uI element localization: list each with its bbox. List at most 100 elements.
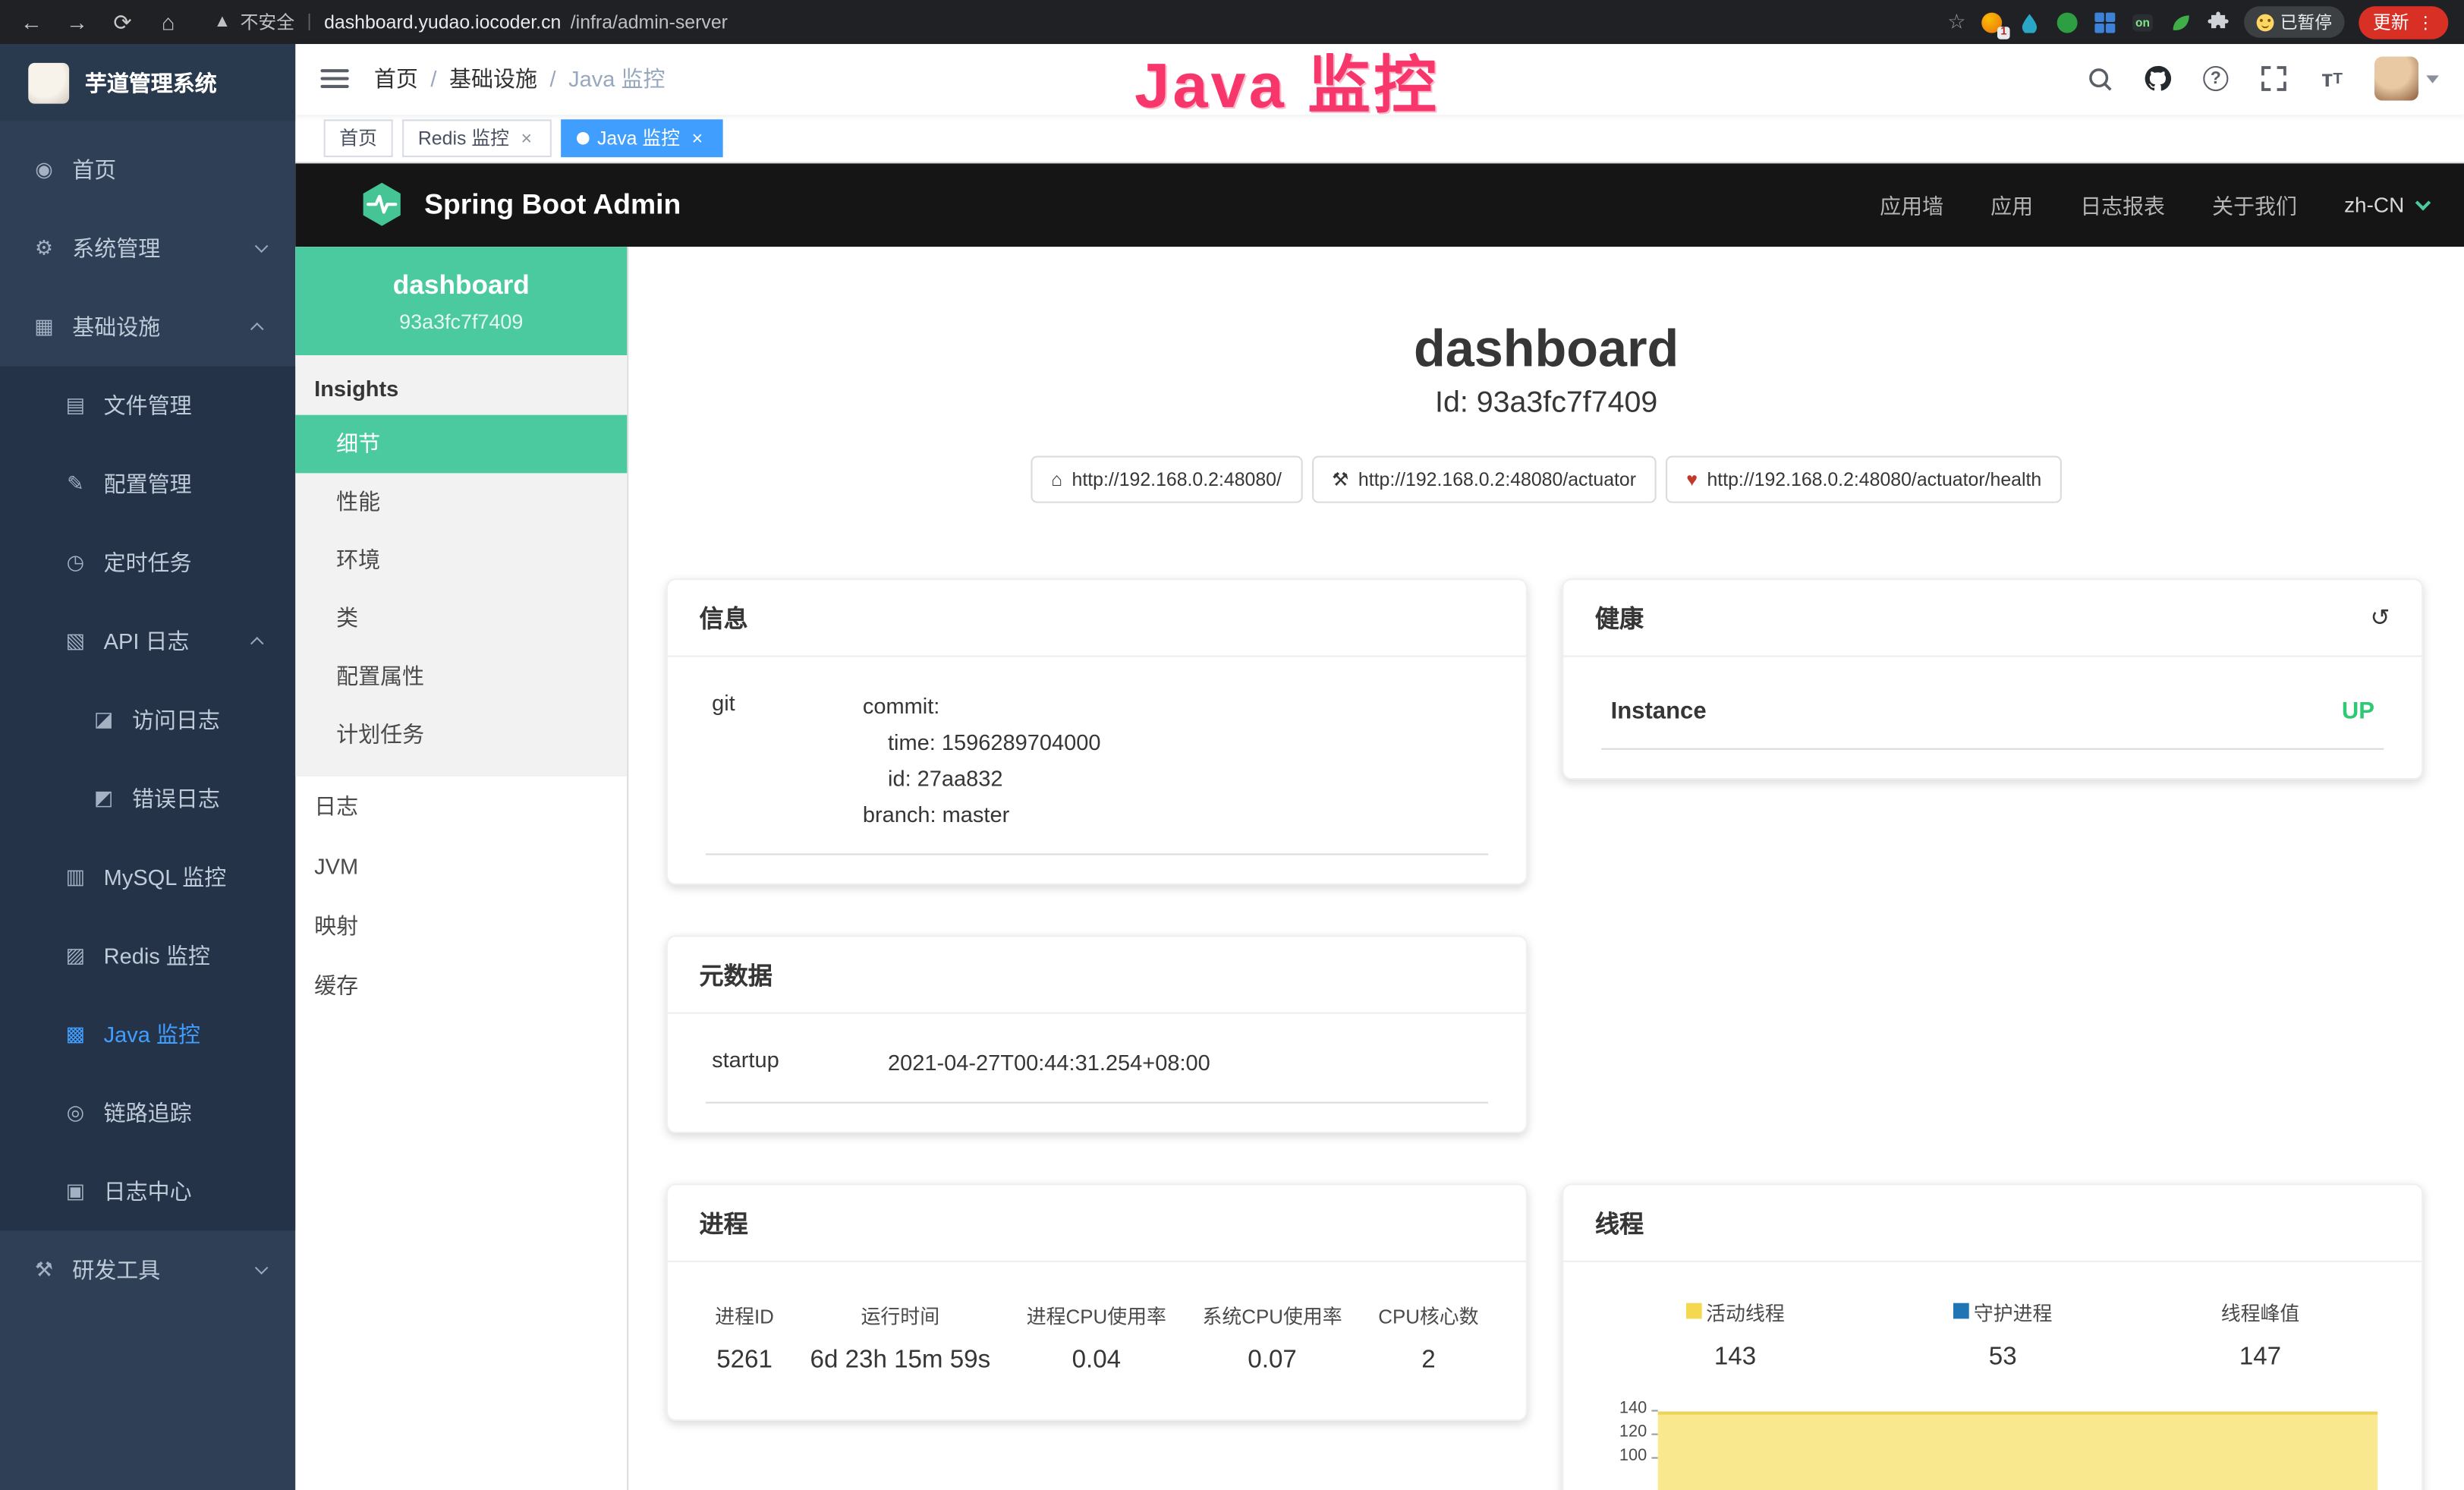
- health-card-title: 健康: [1595, 600, 1644, 635]
- app-title: 芋道管理系统: [85, 67, 217, 98]
- java-monitor-icon: ▩: [63, 1022, 88, 1047]
- breadcrumb-home[interactable]: 首页: [374, 64, 418, 95]
- mysql-icon: ▥: [63, 865, 88, 890]
- service-url-button[interactable]: ⌂ http://192.168.0.2:48080/: [1031, 455, 1302, 502]
- sidebar-item-files[interactable]: ▤ 文件管理: [0, 366, 295, 445]
- tab-java-monitor[interactable]: Java 监控 ×: [561, 119, 722, 157]
- infrastructure-icon: ▦: [31, 314, 56, 339]
- sidebar-item-config[interactable]: ✎ 配置管理: [0, 445, 295, 524]
- sba-item-environment[interactable]: 环境: [295, 531, 627, 590]
- actuator-url-button[interactable]: ⚒ http://192.168.0.2:48080/actuator: [1311, 455, 1657, 502]
- close-icon[interactable]: ×: [517, 127, 536, 149]
- sba-nav-journal[interactable]: 日志报表: [2080, 189, 2165, 220]
- paused-badge[interactable]: 已暂停: [2244, 6, 2345, 37]
- search-icon[interactable]: [2084, 64, 2115, 95]
- tab-home[interactable]: 首页: [324, 119, 393, 157]
- url-path: /infra/admin-server: [571, 11, 728, 33]
- sba-nav-applications[interactable]: 应用: [1990, 189, 2033, 220]
- home-icon: ⌂: [1051, 468, 1062, 490]
- extension-grid-icon[interactable]: [2093, 10, 2116, 33]
- history-icon[interactable]: ↺: [2371, 603, 2390, 632]
- update-button[interactable]: 更新 ⋮: [2359, 5, 2448, 38]
- sidebar-item-api-logs[interactable]: ▧ API 日志: [0, 602, 295, 681]
- sidebar-item-error-logs[interactable]: ◩ 错误日志: [0, 759, 295, 838]
- hamburger-icon[interactable]: [320, 70, 348, 89]
- sidebar-item-redis[interactable]: ▨ Redis 监控: [0, 916, 295, 995]
- avatar: [2374, 57, 2418, 101]
- font-size-icon[interactable]: тT: [2316, 64, 2347, 95]
- sba-item-jvm[interactable]: JVM: [295, 836, 627, 896]
- sidebar-item-java-monitor[interactable]: ▩ Java 监控: [0, 995, 295, 1074]
- extension-droplet-icon[interactable]: [2018, 10, 2041, 33]
- sidebar-item-infra[interactable]: ▦ 基础设施: [0, 288, 295, 367]
- info-card-title: 信息: [700, 600, 748, 635]
- app-logo-avatar: [28, 62, 69, 103]
- timer-icon: ◷: [63, 550, 88, 575]
- extensions-puzzle-icon[interactable]: [2206, 10, 2230, 33]
- health-instance-row[interactable]: Instance UP: [1601, 685, 2384, 750]
- sba-content: dashboard Id: 93a3fc7f7409 ⌂ http://192.…: [628, 247, 2464, 1490]
- sba-item-details[interactable]: 细节: [295, 414, 627, 473]
- log-center-icon: ▣: [63, 1179, 88, 1204]
- sba-item-mappings[interactable]: 映射: [295, 896, 627, 956]
- sidebar-item-home[interactable]: ◉ 首页: [0, 131, 295, 209]
- reload-icon[interactable]: ⟳: [107, 8, 138, 35]
- chevron-up-icon: [250, 323, 264, 336]
- sba-item-classes[interactable]: 类: [295, 589, 627, 647]
- sba-item-logs[interactable]: 日志: [295, 777, 627, 836]
- health-url-button[interactable]: ♥ http://192.168.0.2:48080/actuator/heal…: [1666, 455, 2062, 502]
- spring-boot-admin-frame: Spring Boot Admin 应用墙 应用 日志报表 关于我们 zh-CN: [295, 163, 2464, 1490]
- sba-instance-header[interactable]: dashboard 93a3fc7f7409: [295, 247, 627, 355]
- app-logo-row[interactable]: 芋道管理系统: [0, 44, 295, 121]
- tab-redis-monitor[interactable]: Redis 监控 ×: [402, 119, 552, 157]
- instance-name: dashboard: [308, 270, 615, 301]
- sidebar-item-access-logs[interactable]: ◪ 访问日志: [0, 681, 295, 760]
- sidebar-item-scheduled-tasks[interactable]: ◷ 定时任务: [0, 524, 295, 603]
- home-icon[interactable]: ⌂: [153, 9, 184, 34]
- fullscreen-icon[interactable]: [2258, 64, 2289, 95]
- extension-green-icon[interactable]: [2056, 10, 2079, 33]
- help-icon[interactable]: ?: [2200, 64, 2231, 95]
- address-divider: |: [307, 13, 312, 32]
- detail-cards: 信息 git commit: time: 1596289704000 id: 2: [628, 502, 2464, 1490]
- api-log-icon: ▧: [63, 628, 88, 654]
- wrench-icon: ⚒: [1332, 468, 1348, 490]
- chevron-down-icon: [2415, 195, 2431, 210]
- back-icon[interactable]: ←: [16, 9, 47, 34]
- sba-nav-about[interactable]: 关于我们: [2212, 189, 2297, 220]
- status-badge: UP: [2342, 698, 2374, 724]
- threads-card-title: 线程: [1595, 1205, 1644, 1240]
- sba-sidebar: dashboard 93a3fc7f7409 Insights 细节 性能 环境…: [295, 247, 628, 1490]
- user-avatar[interactable]: [2374, 57, 2439, 101]
- sba-nav-wallboard[interactable]: 应用墙: [1880, 189, 1943, 220]
- address-bar[interactable]: ▲ 不安全 | dashboard.yudao.iocoder.cn/infra…: [214, 9, 1934, 34]
- extension-on-icon[interactable]: on: [2131, 10, 2154, 33]
- forward-icon[interactable]: →: [61, 9, 93, 34]
- metadata-card: 元数据 startup 2021-04-27T00:44:31.254+08:0…: [666, 935, 1528, 1133]
- menu-kebab-icon[interactable]: ⋮: [2417, 12, 2434, 33]
- sidebar-item-dev-tools[interactable]: ⚒ 研发工具: [0, 1230, 295, 1309]
- active-dot: [577, 132, 590, 145]
- peak-threads-col: 线程峰值 147: [2221, 1296, 2300, 1372]
- sba-item-scheduled-tasks[interactable]: 计划任务: [295, 706, 627, 764]
- sidebar-item-log-center[interactable]: ▣ 日志中心: [0, 1152, 295, 1231]
- threads-chart: 140 120 100: [1601, 1397, 2384, 1490]
- sidebar-item-tracing[interactable]: ◎ 链路追踪: [0, 1073, 295, 1152]
- sba-item-config-props[interactable]: 配置属性: [295, 647, 627, 706]
- bookmark-star-icon[interactable]: ☆: [1947, 9, 1965, 34]
- redis-icon: ▨: [63, 943, 88, 968]
- process-cpu-col: 进程CPU使用率 0.04: [1027, 1299, 1166, 1375]
- chevron-down-icon: [255, 239, 269, 253]
- sidebar-item-system[interactable]: ⚙ 系统管理: [0, 209, 295, 288]
- sidebar-item-mysql[interactable]: ▥ MySQL 监控: [0, 838, 295, 917]
- breadcrumb-current: Java 监控: [568, 64, 665, 95]
- close-icon[interactable]: ×: [688, 127, 706, 149]
- sba-item-metrics[interactable]: 性能: [295, 473, 627, 531]
- sba-locale-select[interactable]: zh-CN: [2344, 194, 2426, 217]
- extension-orange-icon[interactable]: 1: [1980, 10, 2003, 33]
- extension-leaf-icon[interactable]: [2169, 10, 2192, 33]
- github-icon[interactable]: [2142, 64, 2173, 95]
- warning-icon: ▲: [214, 13, 231, 32]
- sba-item-caches[interactable]: 缓存: [295, 956, 627, 1016]
- breadcrumb-infra[interactable]: 基础设施: [449, 64, 537, 95]
